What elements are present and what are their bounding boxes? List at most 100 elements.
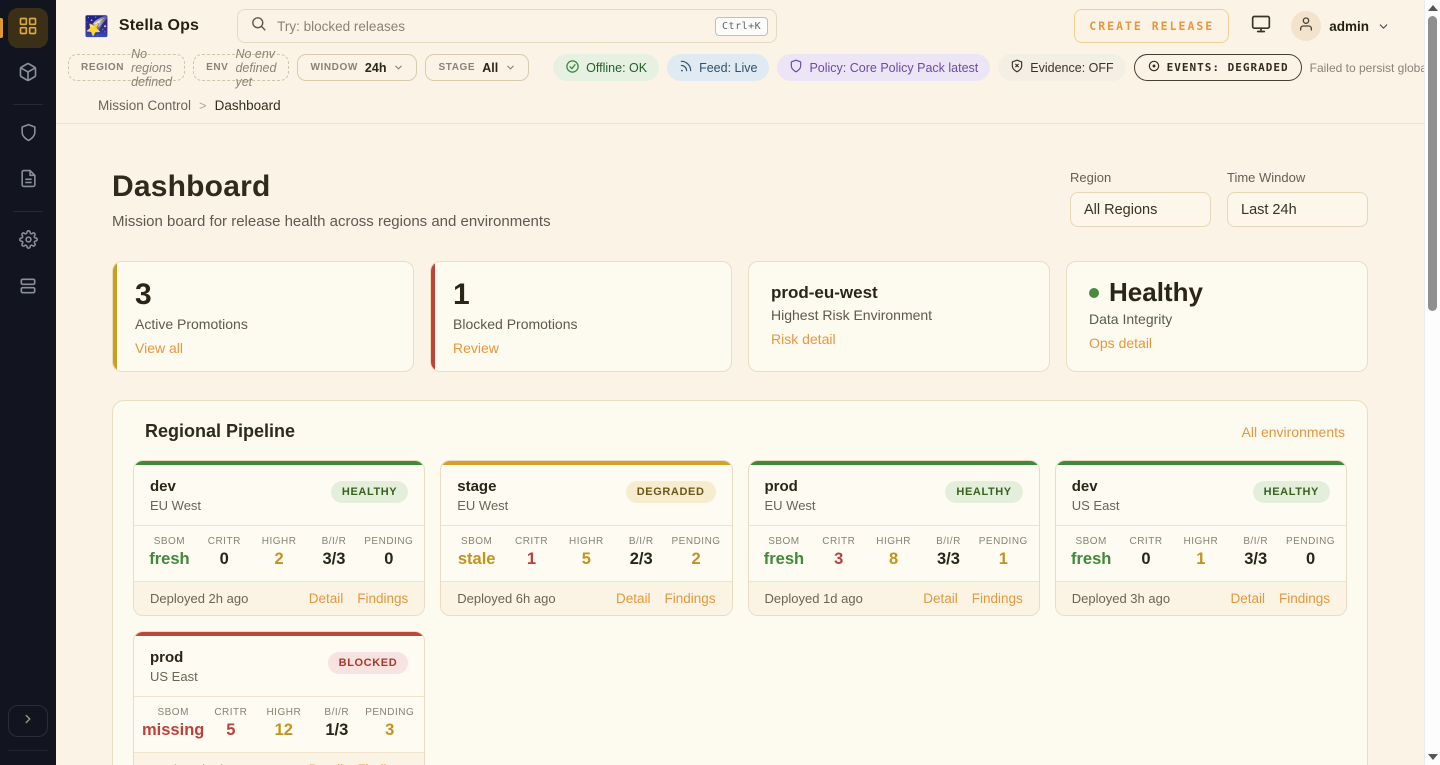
pipeline-card-prod-eu-west: prod EU West HEALTHY SBOMfresh CRITR3 HI… — [748, 460, 1040, 616]
status-badge: DEGRADED — [626, 481, 716, 503]
stat-label: HIGHR — [866, 536, 921, 547]
stat-value: 5 — [204, 721, 257, 740]
env-filter-value: No env defined yet — [235, 47, 276, 89]
feed-status-label: Feed: Live — [699, 61, 757, 75]
scrollbar-thumb[interactable] — [1428, 16, 1437, 311]
summary-cards: 3 Active Promotions View all 1 Blocked P… — [112, 261, 1368, 372]
env-name: stage — [457, 478, 508, 495]
regional-pipeline-title: Regional Pipeline — [145, 421, 295, 442]
scroll-up-arrow[interactable] — [1428, 5, 1438, 11]
evidence-status-label: Evidence: OFF — [1030, 61, 1113, 75]
stat-label: HIGHR — [559, 536, 614, 547]
stat-label: HIGHR — [257, 707, 310, 718]
stat-value: 0 — [361, 550, 416, 569]
sidebar-divider — [13, 104, 43, 105]
findings-link[interactable]: Findings — [1279, 591, 1330, 606]
stage-filter[interactable]: STAGE All — [425, 54, 529, 81]
stat-value: fresh — [142, 550, 197, 569]
findings-link[interactable]: Findings — [972, 591, 1023, 606]
vertical-scrollbar[interactable] — [1424, 0, 1440, 765]
deployed-time: Deployed 6h ago — [457, 591, 555, 606]
time-window-select[interactable]: Last 24h — [1227, 192, 1368, 227]
stat-value: 12 — [257, 721, 310, 740]
accent-bar — [431, 262, 435, 371]
stat-label: CRITR — [204, 707, 257, 718]
regional-pipeline-panel: Regional Pipeline All environments dev E… — [112, 400, 1368, 765]
pipeline-card-prod-us-east: prod US East BLOCKED SBOMmissing CRITR5 … — [133, 631, 425, 765]
sidebar-item-infrastructure[interactable] — [8, 268, 48, 308]
deployed-time: Deployed 1d ago — [765, 591, 863, 606]
detail-link[interactable]: Detail — [923, 591, 958, 606]
policy-status-badge[interactable]: Policy: Core Policy Pack latest — [777, 54, 990, 81]
findings-link[interactable]: Findings — [357, 591, 408, 606]
create-release-button[interactable]: CREATE RELEASE — [1074, 9, 1229, 43]
env-region: EU West — [150, 498, 201, 513]
time-window-select-label: Time Window — [1227, 170, 1368, 185]
risk-detail-link[interactable]: Risk detail — [771, 331, 836, 347]
sidebar-item-settings[interactable] — [8, 222, 48, 262]
detail-link[interactable]: Detail — [1230, 591, 1265, 606]
stat-label: PENDING — [361, 536, 416, 547]
stat-label: PENDING — [363, 707, 416, 718]
display-mode-button[interactable] — [1251, 14, 1271, 39]
window-filter[interactable]: WINDOW 24h — [297, 54, 417, 81]
pipeline-card-dev-eu-west: dev EU West HEALTHY SBOMfresh CRITR0 HIG… — [133, 460, 425, 616]
sidebar-divider — [13, 211, 43, 212]
global-search[interactable]: Ctrl+K — [237, 9, 777, 43]
active-indicator — [0, 18, 3, 38]
app-root: 🌠 Stella Ops Ctrl+K CREATE RELEASE — [0, 0, 1440, 765]
env-filter-label: ENV — [206, 62, 228, 73]
stat-value: 8 — [866, 550, 921, 569]
detail-link[interactable]: Detail — [616, 591, 651, 606]
region-filter[interactable]: REGION No regions defined — [68, 54, 185, 81]
offline-status-badge[interactable]: Offline: OK — [553, 54, 659, 81]
search-input[interactable] — [277, 19, 705, 34]
evidence-status-badge[interactable]: Evidence: OFF — [998, 54, 1125, 81]
sidebar-expand-button[interactable] — [8, 705, 48, 737]
grid-icon — [18, 16, 38, 41]
blocked-promotions-card: 1 Blocked Promotions Review — [430, 261, 732, 372]
feed-status-badge[interactable]: Feed: Live — [667, 54, 769, 81]
status-badge: HEALTHY — [945, 481, 1022, 503]
view-all-link[interactable]: View all — [135, 340, 183, 356]
sidebar-item-security[interactable] — [8, 115, 48, 155]
region-select[interactable]: All Regions — [1070, 192, 1211, 227]
review-link[interactable]: Review — [453, 340, 499, 356]
blocked-promotions-label: Blocked Promotions — [453, 316, 709, 332]
stat-value: 5 — [559, 550, 614, 569]
ops-detail-link[interactable]: Ops detail — [1089, 335, 1152, 351]
active-promotions-card: 3 Active Promotions View all — [112, 261, 414, 372]
sidebar-item-dashboard[interactable] — [8, 8, 48, 48]
stat-value: fresh — [757, 550, 812, 569]
breadcrumb-parent[interactable]: Mission Control — [98, 98, 191, 113]
page-subtitle: Mission board for release health across … — [112, 213, 551, 230]
events-status-badge[interactable]: EVENTS: DEGRADED — [1134, 54, 1302, 81]
scroll-down-arrow[interactable] — [1428, 754, 1438, 760]
stat-value: stale — [449, 550, 504, 569]
highest-risk-label: Highest Risk Environment — [771, 307, 1027, 323]
app-name: Stella Ops — [119, 17, 199, 35]
sidebar-item-documents[interactable] — [8, 161, 48, 201]
findings-link[interactable]: Findings — [664, 591, 715, 606]
user-name: admin — [1329, 19, 1369, 34]
stat-label: HIGHR — [252, 536, 307, 547]
sidebar — [0, 0, 56, 765]
context-notice: Failed to persist global context prefere… — [1310, 61, 1440, 75]
app-logo-icon: 🌠 — [84, 14, 109, 39]
page-title: Dashboard — [112, 170, 551, 204]
stat-label: B/I/R — [1228, 536, 1283, 547]
stat-value: 1 — [976, 550, 1031, 569]
data-integrity-value: Healthy — [1109, 279, 1203, 306]
rss-icon — [679, 59, 693, 76]
stat-value: 1/3 — [310, 721, 363, 740]
status-badge: HEALTHY — [1253, 481, 1330, 503]
stat-label: B/I/R — [307, 536, 362, 547]
stage-filter-value: All — [482, 61, 498, 75]
env-filter[interactable]: ENV No env defined yet — [193, 54, 289, 81]
window-filter-label: WINDOW — [310, 62, 357, 73]
all-environments-link[interactable]: All environments — [1242, 424, 1346, 440]
user-menu[interactable]: admin — [1291, 11, 1390, 41]
detail-link[interactable]: Detail — [309, 591, 344, 606]
sidebar-item-releases[interactable] — [8, 54, 48, 94]
env-name: prod — [150, 649, 198, 666]
